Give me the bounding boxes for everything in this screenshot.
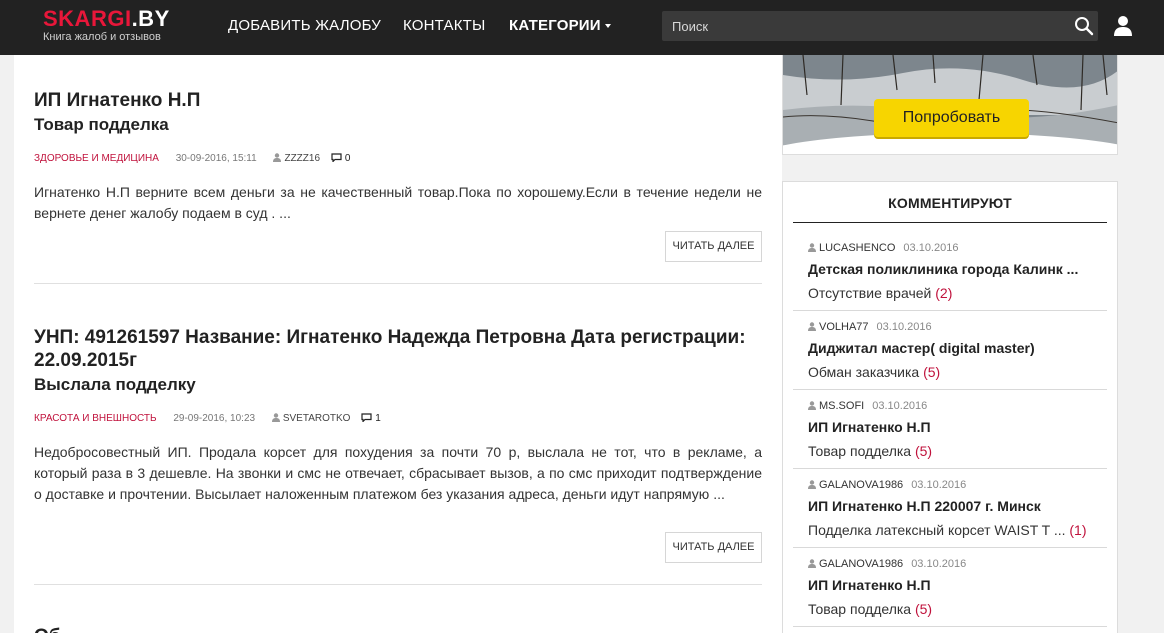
user-icon[interactable]: [1113, 15, 1133, 37]
comment-date: 03.10.2016: [903, 242, 959, 254]
chevron-down-icon: [604, 24, 611, 29]
user-icon: [808, 480, 816, 489]
post-date: 29-09-2016, 10:23: [173, 413, 256, 424]
search-icon[interactable]: [1074, 16, 1094, 36]
comment-count: (2): [935, 285, 953, 301]
comment-post-subtitle: Обман заказчика (5): [808, 364, 941, 380]
comment-icon: [331, 153, 342, 163]
post-title[interactable]: УНП: 491261597 Название: Игнатенко Надеж…: [34, 326, 762, 372]
user-icon: [808, 401, 816, 410]
post-title[interactable]: ИП Игнатенко Н.П: [34, 89, 762, 112]
comment-post-subtitle: Подделка латексный корсет WAIST T ... (1…: [808, 522, 1087, 538]
comment-meta: GALANOVA1986 03.10.2016: [808, 558, 966, 570]
read-more-button[interactable]: Читать далее: [665, 532, 762, 563]
read-more-button[interactable]: Читать далее: [665, 231, 762, 262]
widget-title: КОММЕНТИРУЮТ: [793, 182, 1107, 223]
post-item: Об: [34, 625, 762, 633]
post-divider: [34, 584, 762, 585]
comment-post-subtitle: Товар подделка (5): [808, 601, 933, 617]
comment-post-subtitle: Отсутствие врачей (2): [808, 285, 953, 301]
comment-count: (5): [914, 443, 933, 459]
post-item: ИП Игнатенко Н.П Товар подделка Здоровье…: [34, 89, 762, 224]
comment-count: (5): [914, 601, 933, 617]
top-navbar: SKARGI.BY Книга жалоб и отзывов ДОБАВИТЬ…: [0, 0, 1164, 55]
comment-user[interactable]: GALANOVA1986: [819, 479, 903, 491]
user-icon: [271, 413, 280, 422]
comment-count: (1): [1069, 522, 1087, 538]
ad-try-button[interactable]: Попробовать: [874, 99, 1029, 137]
post-subtitle[interactable]: Выслала подделку: [34, 374, 762, 396]
search-box: [662, 11, 1098, 41]
post-author[interactable]: SVETAROTKO: [271, 413, 350, 424]
comment-user[interactable]: LUCASHENCO: [819, 242, 895, 254]
user-icon: [273, 153, 282, 162]
list-item: MS.SOFI 03.10.2016 ИП Игнатенко Н.П Товар…: [793, 390, 1107, 469]
comment-date: 03.10.2016: [911, 479, 967, 491]
comment-meta: GALANOVA1986 03.10.2016: [808, 479, 966, 491]
post-meta: Здоровье и медицина 30-09-2016, 15:11 ZZ…: [34, 152, 762, 166]
comment-meta: VOLHA77 03.10.2016: [808, 321, 932, 333]
post-list: ИП Игнатенко Н.П Товар подделка Здоровье…: [14, 55, 782, 633]
post-subtitle[interactable]: Товар подделка: [34, 114, 762, 136]
comment-date: 03.10.2016: [876, 321, 932, 333]
ad-banner[interactable]: Попробовать: [782, 55, 1118, 155]
list-item: LUCASHENCO 03.10.2016 Детская поликлиника…: [793, 232, 1107, 311]
nav-contacts[interactable]: КОНТАКТЫ: [403, 17, 486, 34]
post-excerpt: Недобросовестный ИП. Продала корсет для …: [34, 444, 762, 502]
comment-post-title[interactable]: Диджитал мастер( digital master): [808, 340, 1035, 356]
list-item: GALANOVA1986 03.10.2016 ИП Игнатенко Н.П …: [793, 469, 1107, 548]
comment-post-subtitle: Товар подделка (5): [808, 443, 933, 459]
comment-user[interactable]: MS.SOFI: [819, 400, 864, 412]
post-category[interactable]: Здоровье и медицина: [34, 153, 159, 164]
nav-categories[interactable]: КАТЕГОРИИ: [509, 17, 611, 34]
comment-icon: [361, 413, 372, 423]
post-author[interactable]: ZZZZ16: [273, 153, 320, 164]
comment-meta: LUCASHENCO 03.10.2016: [808, 242, 958, 254]
comment-user[interactable]: GALANOVA1986: [819, 558, 903, 570]
post-comments-count[interactable]: 1: [361, 413, 381, 424]
comment-meta: MS.SOFI 03.10.2016: [808, 400, 927, 412]
comment-date: 03.10.2016: [872, 400, 928, 412]
list-item: GALANOVA1986 03.10.2016 ИП Игнатенко Н.П …: [793, 548, 1107, 627]
logo-subtitle: Книга жалоб и отзывов: [43, 31, 161, 43]
search-input[interactable]: [662, 11, 1062, 41]
recent-comments-widget: КОММЕНТИРУЮТ LUCASHENCO 03.10.2016 Детска…: [782, 181, 1118, 633]
post-title[interactable]: Об: [34, 625, 762, 633]
comment-post-title[interactable]: ИП Игнатенко Н.П 220007 г. Минск: [808, 498, 1041, 514]
list-item: VOLHA77 03.10.2016 Диджитал мастер( digit…: [793, 311, 1107, 390]
comment-post-title[interactable]: ИП Игнатенко Н.П: [808, 577, 931, 593]
user-icon: [808, 243, 816, 252]
post-divider: [34, 283, 762, 284]
comment-user[interactable]: VOLHA77: [819, 321, 869, 333]
post-item: УНП: 491261597 Название: Игнатенко Надеж…: [34, 326, 762, 505]
comment-post-title[interactable]: Детская поликлиника города Калинк ...: [808, 261, 1078, 277]
nav-add-complaint[interactable]: ДОБАВИТЬ ЖАЛОБУ: [228, 17, 381, 34]
post-date: 30-09-2016, 15:11: [175, 153, 257, 164]
post-category[interactable]: Красота и внешность: [34, 413, 157, 424]
comment-date: 03.10.2016: [911, 558, 967, 570]
user-icon: [808, 322, 816, 331]
post-meta: Красота и внешность 29-09-2016, 10:23 SV…: [34, 412, 762, 426]
logo-title: SKARGI.BY: [43, 6, 170, 31]
nav-categories-label: КАТЕГОРИИ: [509, 17, 601, 34]
user-icon: [808, 559, 816, 568]
comment-count: (5): [923, 364, 941, 380]
post-comments-count[interactable]: 0: [331, 153, 350, 164]
post-excerpt: Игнатенко Н.П верните всем деньги за не …: [34, 184, 762, 221]
comment-post-title[interactable]: ИП Игнатенко Н.П: [808, 419, 931, 435]
site-logo[interactable]: SKARGI.BY Книга жалоб и отзывов: [43, 7, 170, 44]
